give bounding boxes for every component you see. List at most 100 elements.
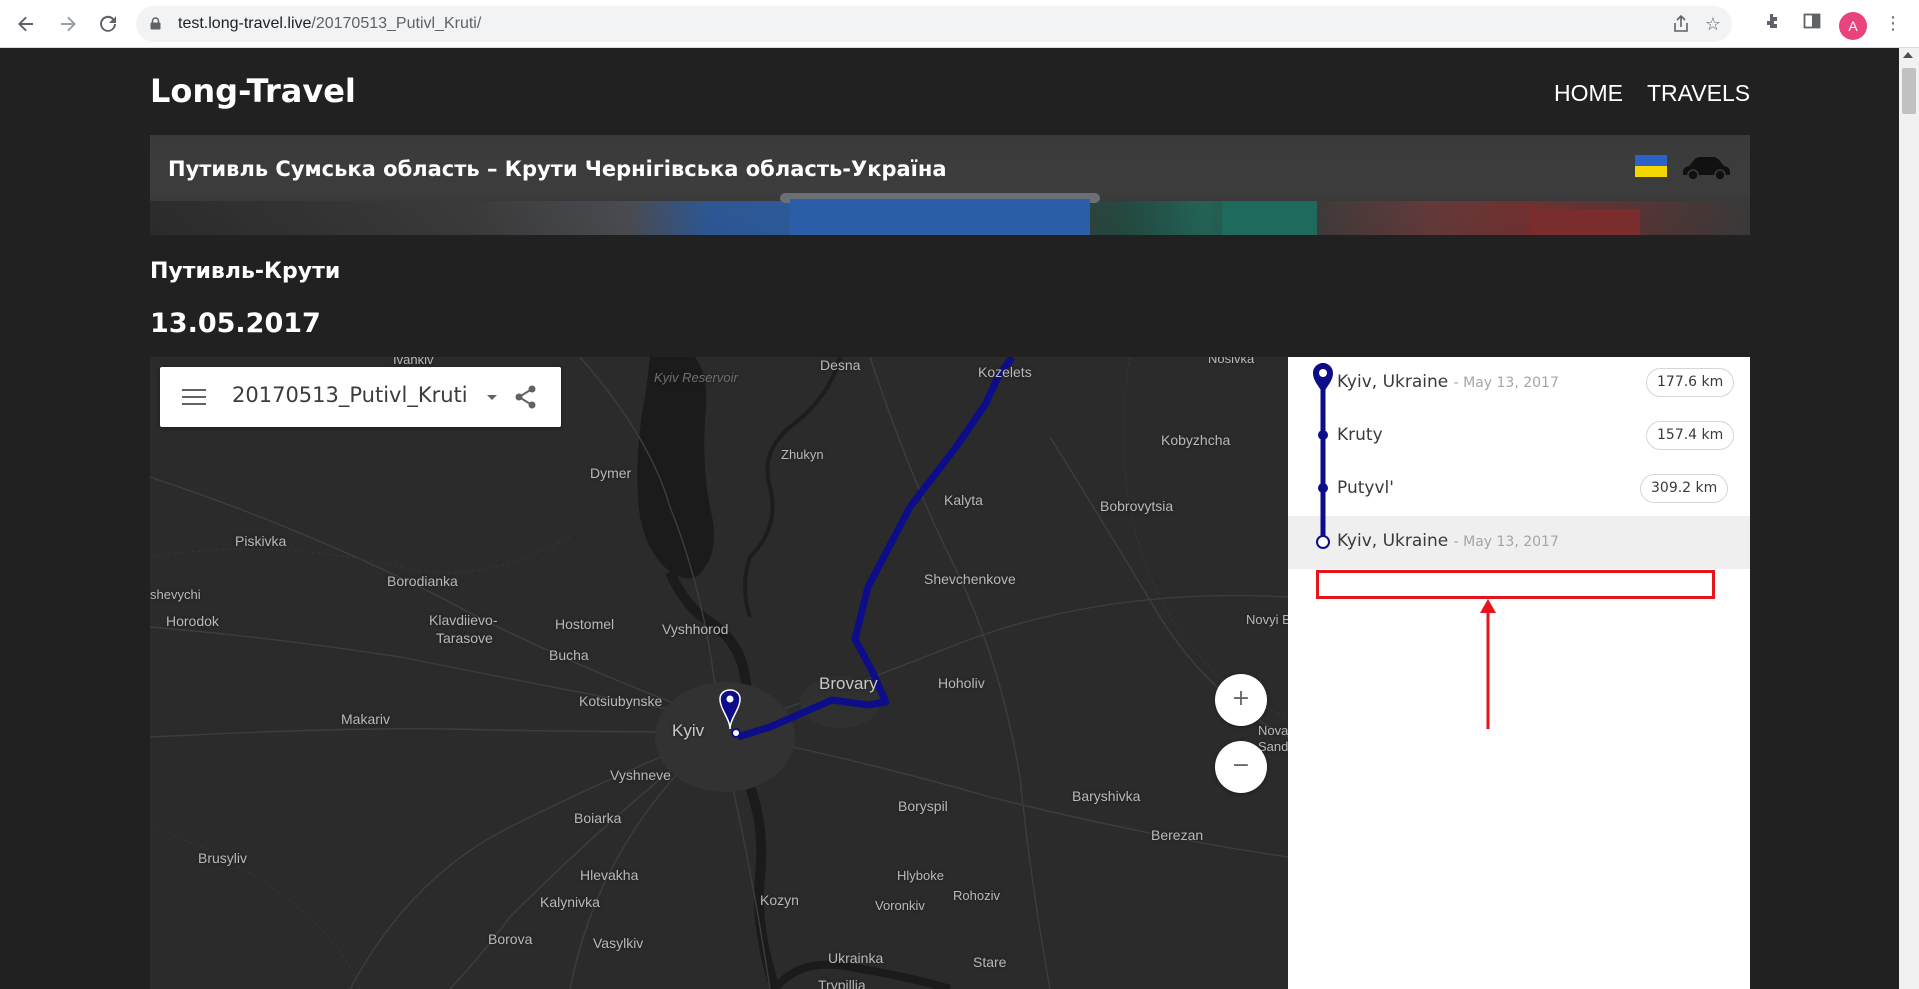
map-label-brusyliv: Brusyliv [198, 850, 248, 866]
map-label-kozyn: Kozyn [760, 892, 799, 908]
map-label-vyshneve: Vyshneve [610, 767, 671, 783]
share-page-icon[interactable] [1670, 14, 1692, 36]
map-label-hostomel: Hostomel [555, 616, 615, 632]
back-icon[interactable] [12, 10, 40, 38]
map-canvas[interactable] [150, 357, 1288, 989]
map-label-hlyboke: Hlyboke [897, 868, 944, 883]
map-roads [150, 357, 1288, 989]
map-label-tarasove: Tarasove [436, 630, 493, 646]
annotation-arrow-icon [1480, 599, 1496, 729]
location-pin-icon [1313, 363, 1333, 393]
map-label-borova: Borova [488, 931, 533, 947]
map-label-vasylkiv: Vasylkiv [593, 935, 644, 951]
map-borders [150, 357, 1288, 989]
extensions-icon[interactable] [1760, 12, 1784, 36]
url-text[interactable]: test.long-travel.live/20170513_Putivl_Kr… [178, 15, 481, 33]
map-label-horodok: Horodok [166, 613, 219, 629]
map-label-bucha: Bucha [549, 647, 589, 663]
distance-badge: 309.2 km [1640, 474, 1729, 503]
stop-label: Kruty [1337, 425, 1383, 445]
page-scrollbar[interactable] [1899, 48, 1919, 989]
annotation-highlight-box [1316, 570, 1715, 599]
nav-home-link[interactable]: HOME [1554, 80, 1623, 107]
map-label-desna: Desna [820, 357, 861, 373]
banner-title: Путивль Сумська область – Крути Чернігів… [168, 157, 947, 181]
distance-badge: 157.4 km [1646, 421, 1735, 450]
map-label-kalyta: Kalyta [944, 492, 983, 508]
kyiv-reservoir-water [637, 357, 714, 579]
itinerary-stop[interactable]: Putyvl' 309.2 km [1288, 463, 1750, 516]
trip-subtitle: Путивль-Крути [150, 259, 341, 284]
map-label-kotsiubynske: Kotsiubynske [579, 693, 663, 709]
map-name-dropdown[interactable]: 20170513_Putivl_Kruti [232, 383, 468, 407]
map-label-boryspil: Boryspil [898, 798, 948, 814]
map-label-novyi-b: Novyi B [1246, 612, 1288, 627]
forward-icon[interactable] [54, 10, 82, 38]
map-label-hoholiv: Hoholiv [938, 675, 985, 691]
trip-date: 13.05.2017 [150, 308, 321, 339]
map-label-ivankiv: Ivankiv [393, 357, 434, 367]
nav-travels-link[interactable]: TRAVELS [1647, 80, 1750, 107]
map-label-kalynivka: Kalynivka [540, 894, 600, 910]
reload-icon[interactable] [94, 10, 122, 38]
map-label-kyiv: Kyiv [672, 721, 705, 740]
browser-toolbar: test.long-travel.live/20170513_Putivl_Kr… [0, 0, 1919, 48]
banner-red-car [1530, 209, 1640, 235]
distance-badge: 177.6 km [1646, 368, 1735, 397]
map-label-boiarka: Boiarka [574, 810, 622, 826]
map-label-bobrovytsia: Bobrovytsia [1100, 498, 1174, 514]
itinerary-stop[interactable]: Kyiv, Ukraine - May 13, 2017 [1288, 516, 1750, 569]
map-label-hlevakha: Hlevakha [580, 867, 639, 883]
map-label-klavdiievo: Klavdiievo- [429, 612, 498, 628]
trip-banner: Путивль Сумська область – Крути Чернігів… [150, 135, 1750, 235]
chevron-down-icon[interactable] [487, 395, 497, 400]
map-label-nosivka: Nosivka [1208, 357, 1255, 366]
map-title-card: 20170513_Putivl_Kruti [160, 367, 561, 427]
site-logo-title[interactable]: Long-Travel [150, 72, 356, 110]
map-label-piskivka: Piskivka [235, 533, 287, 549]
map-label-nova: Nova [1258, 723, 1288, 738]
map-label-stare: Stare [973, 954, 1007, 970]
stop-label: Putyvl' [1337, 478, 1394, 498]
map-label-makariv: Makariv [341, 711, 391, 727]
map-label-rohoziv: Rohoziv [953, 888, 1000, 903]
map-label-kyiv-reservoir: Kyiv Reservoir [654, 370, 738, 385]
map-label-trypillia: Trypillia [818, 977, 866, 989]
stop-label: Kyiv, Ukraine - May 13, 2017 [1337, 531, 1559, 551]
map-label-brovary: Brovary [819, 674, 878, 693]
car-icon [1683, 157, 1730, 181]
stop-dot-icon [1318, 430, 1328, 440]
share-icon[interactable] [512, 383, 540, 411]
itinerary-stop[interactable]: Kruty 157.4 km [1288, 410, 1750, 463]
stop-dot-icon [1318, 483, 1328, 493]
banner-train-car [790, 199, 1090, 235]
map-label-ukrainka: Ukrainka [828, 950, 884, 966]
map-label-kobyzhcha: Kobyzhcha [1161, 432, 1231, 448]
map-label-vyshhorod: Vyshhorod [662, 621, 729, 637]
map-label-zhukyn: Zhukyn [781, 447, 824, 462]
hamburger-menu-icon[interactable] [182, 389, 206, 405]
kebab-menu-icon[interactable]: ⋮ [1881, 12, 1905, 36]
bookmark-star-icon[interactable]: ☆ [1702, 14, 1724, 36]
itinerary-timeline [1313, 363, 1333, 549]
map-label-baryshivka: Baryshivka [1072, 788, 1141, 804]
zoom-out-button[interactable]: − [1215, 741, 1267, 793]
banner-teal-car [1222, 201, 1317, 235]
end-stop-circle-icon [1316, 535, 1330, 549]
itinerary-panel: Kyiv, Ukraine - May 13, 2017 177.6 km Kr… [1288, 357, 1750, 989]
stop-label: Kyiv, Ukraine - May 13, 2017 [1337, 372, 1559, 392]
lock-icon[interactable] [150, 17, 161, 30]
address-bar[interactable]: test.long-travel.live/20170513_Putivl_Kr… [136, 6, 1732, 42]
scroll-up-arrow-icon[interactable] [1903, 52, 1913, 58]
map-label-shevychi: shevychi [150, 587, 201, 602]
page-scrollbar-thumb[interactable] [1902, 68, 1916, 114]
zoom-in-button[interactable]: + [1215, 674, 1267, 726]
map-label-berezan: Berezan [1151, 827, 1204, 843]
profile-avatar[interactable]: A [1839, 12, 1867, 40]
itinerary-stop[interactable]: Kyiv, Ukraine - May 13, 2017 177.6 km [1288, 357, 1750, 410]
desna-river [743, 357, 842, 618]
route-map[interactable]: Ivankiv Desna Kyiv Reservoir Kozelets No… [150, 357, 1288, 989]
sidebar-icon[interactable] [1800, 12, 1824, 36]
route-end-dot [731, 728, 741, 738]
map-label-shevchenkove: Shevchenkove [924, 571, 1016, 587]
